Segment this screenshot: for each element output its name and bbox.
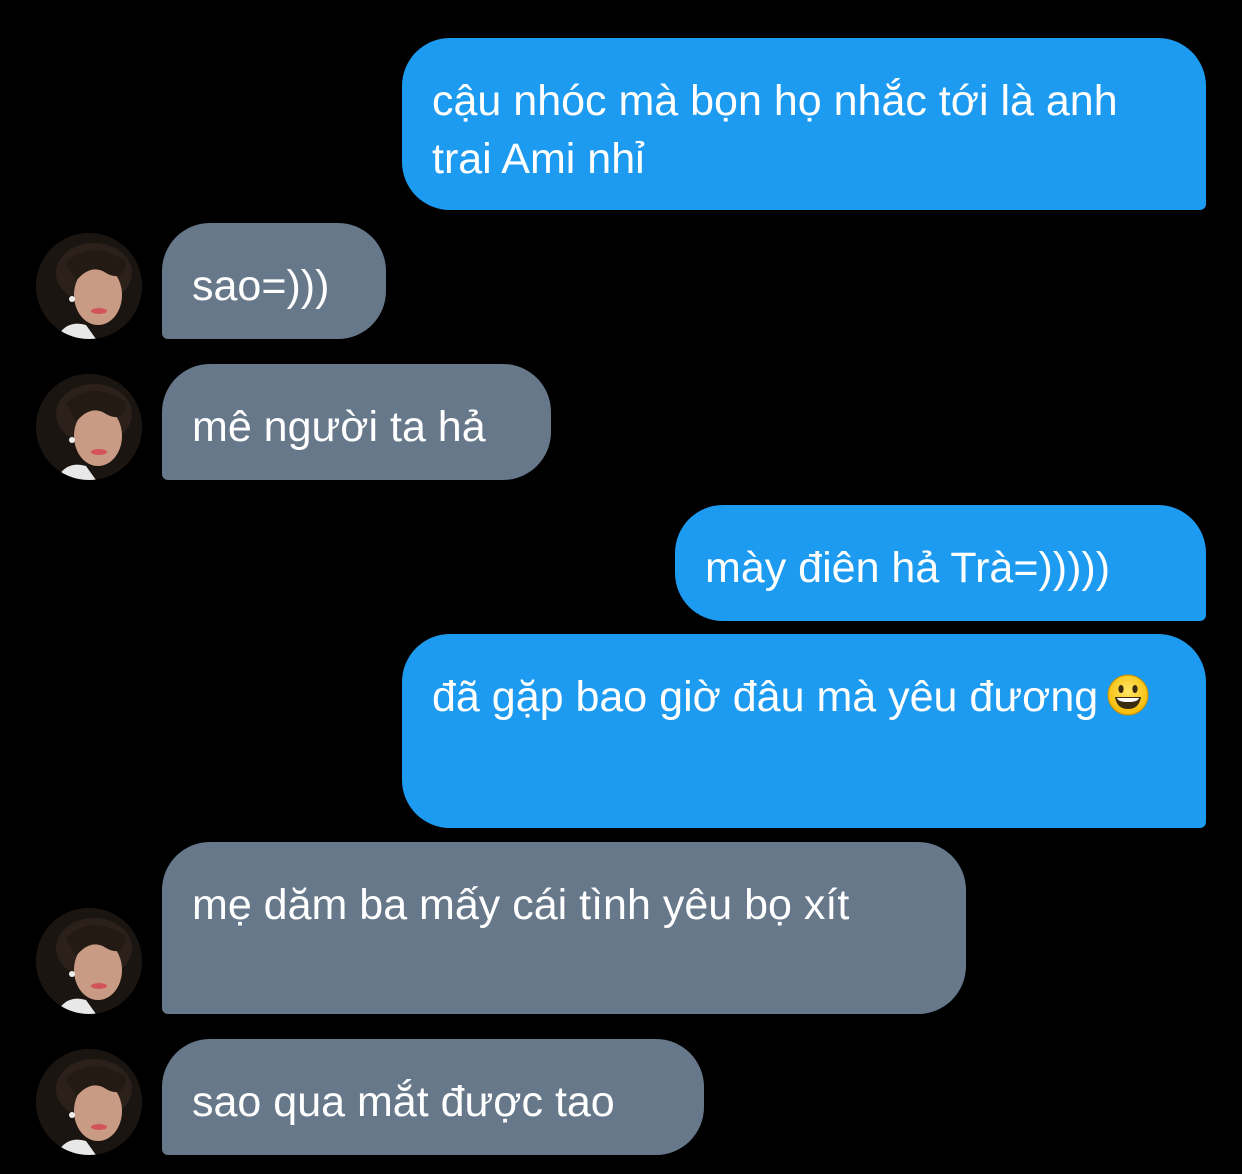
contact-avatar[interactable] [36, 374, 142, 480]
message-text: cậu nhóc mà bọn họ nhắc tới là anh trai … [432, 77, 1118, 183]
contact-avatar[interactable] [36, 908, 142, 1014]
outgoing-message-bubble[interactable]: đã gặp bao giờ đâu mà yêu đương [402, 634, 1206, 828]
contact-avatar[interactable] [36, 233, 142, 339]
incoming-message-bubble[interactable]: mẹ dăm ba mấy cái tình yêu bọ xít [162, 842, 966, 1014]
message-text: mẹ dăm ba mấy cái tình yêu bọ xít [192, 881, 850, 929]
incoming-message-bubble[interactable]: mê người ta hả [162, 364, 551, 480]
outgoing-message-bubble[interactable]: mày điên hả Trà=))))) [675, 505, 1206, 621]
message-text: mày điên hả Trà=))))) [705, 544, 1111, 592]
message-text: mê người ta hả [192, 403, 486, 451]
avatar-portrait-icon [36, 233, 142, 339]
incoming-message-bubble[interactable]: sao qua mắt được tao [162, 1039, 704, 1155]
message-text: sao=))) [192, 262, 330, 310]
outgoing-message-bubble[interactable]: cậu nhóc mà bọn họ nhắc tới là anh trai … [402, 38, 1206, 210]
message-text: sao qua mắt được tao [192, 1078, 615, 1126]
message-text: đã gặp bao giờ đâu mà yêu đương [432, 673, 1099, 721]
avatar-portrait-icon [36, 374, 142, 480]
avatar-portrait-icon [36, 1049, 142, 1155]
avatar-portrait-icon [36, 908, 142, 1014]
incoming-message-bubble[interactable]: sao=))) [162, 223, 386, 339]
contact-avatar[interactable] [36, 1049, 142, 1155]
grinning-face-emoji-icon [1106, 673, 1150, 717]
